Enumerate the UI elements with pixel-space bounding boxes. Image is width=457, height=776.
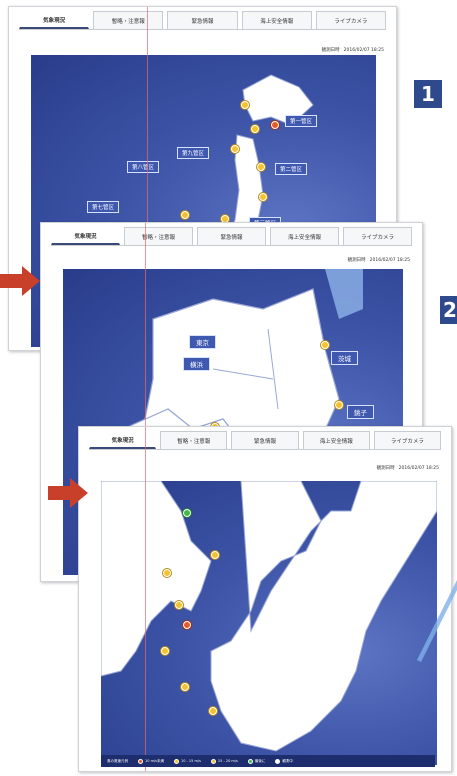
bay-map-shapes: [101, 481, 437, 752]
station-pin[interactable]: [231, 145, 239, 153]
station-pin[interactable]: [335, 401, 343, 409]
region-label[interactable]: 第七管区: [87, 201, 120, 213]
observation-timestamp: 観測日時 2016/02/07 18:25: [373, 465, 439, 471]
observation-timestamp: 観測日時 2016/02/07 18:25: [318, 47, 384, 53]
tab-bar: 気象現況 暫略・注意報 緊急情報 海上安全情報 ライブカメラ: [89, 431, 442, 449]
observation-timestamp: 観測日時 2016/02/07 18:25: [344, 257, 410, 263]
station-pin[interactable]: [241, 101, 249, 109]
tab-warnings[interactable]: 暫略・注意報: [124, 227, 193, 245]
tab-weather-status[interactable]: 気象現況: [19, 11, 90, 29]
station-pin[interactable]: [183, 509, 191, 517]
tab-divider: [51, 245, 412, 246]
region-label[interactable]: 第一管区: [285, 115, 318, 127]
station-pin[interactable]: [175, 601, 183, 609]
arrow-right-icon: [0, 266, 40, 296]
tab-bar: 気象現況 暫略・注意報 緊急情報 海上安全情報 ライブカメラ: [51, 227, 412, 245]
region-label[interactable]: 第八管区: [127, 161, 160, 173]
station-pin[interactable]: [183, 621, 191, 629]
legend-item: 最後に: [247, 758, 265, 764]
screen-panel-detail: 気象現況 暫略・注意報 緊急情報 海上安全情報 ライブカメラ 観測日時 2016/…: [78, 426, 452, 772]
region-label[interactable]: 東京: [189, 335, 216, 349]
station-pin[interactable]: [163, 569, 171, 577]
station-pin[interactable]: [271, 121, 279, 129]
tab-weather-status[interactable]: 気象現況: [89, 431, 157, 449]
station-pin[interactable]: [209, 707, 217, 715]
station-pin[interactable]: [259, 193, 267, 201]
timestamp-value: 2016/02/07 18:25: [369, 258, 410, 263]
station-pin[interactable]: [161, 647, 169, 655]
guide-line: [145, 427, 146, 771]
station-pin[interactable]: [181, 683, 189, 691]
legend-item: 10 m/s未満: [138, 758, 164, 764]
station-pin[interactable]: [211, 551, 219, 559]
tab-live-camera[interactable]: ライブカメラ: [343, 227, 412, 245]
wind-legend: 風の風速凡例 10 m/s未満 10 - 15 m/s 15 - 20 m/s …: [101, 755, 435, 767]
tab-bar: 気象現況 暫略・注意報 緊急情報 海上安全情報 ライブカメラ: [19, 11, 387, 29]
station-pin[interactable]: [251, 125, 259, 133]
region-label[interactable]: 第二管区: [275, 163, 308, 175]
timestamp-label: 観測日時: [321, 48, 340, 53]
step-number-2: 2: [440, 296, 457, 324]
station-pin[interactable]: [257, 163, 265, 171]
legend-item: 観測中: [275, 758, 293, 764]
station-pin[interactable]: [181, 211, 189, 219]
region-label[interactable]: 横浜: [183, 357, 210, 371]
legend-item: 15 - 20 m/s: [210, 758, 238, 764]
tab-maritime-safety[interactable]: 海上安全情報: [270, 227, 339, 245]
tab-emergency[interactable]: 緊急情報: [167, 11, 238, 29]
timestamp-value: 2016/02/07 18:25: [343, 48, 384, 53]
tab-warnings[interactable]: 暫略・注意報: [160, 431, 228, 449]
region-label[interactable]: 茨城: [331, 351, 358, 365]
region-label[interactable]: 銚子: [347, 405, 374, 419]
bay-map[interactable]: [101, 481, 437, 765]
tab-emergency[interactable]: 緊急情報: [197, 227, 266, 245]
tab-maritime-safety[interactable]: 海上安全情報: [241, 11, 312, 29]
tab-emergency[interactable]: 緊急情報: [231, 431, 299, 449]
tab-maritime-safety[interactable]: 海上安全情報: [302, 431, 370, 449]
tab-divider: [89, 449, 441, 450]
step-number-1: 1: [414, 80, 442, 108]
timestamp-label: 観測日時: [347, 258, 366, 263]
timestamp-label: 観測日時: [376, 466, 395, 471]
tab-weather-status[interactable]: 気象現況: [51, 227, 120, 245]
arrow-right-icon: [48, 478, 88, 508]
station-pin[interactable]: [321, 341, 329, 349]
callout-pointer: [417, 580, 457, 662]
legend-title: 風の風速凡例: [107, 758, 128, 763]
region-label[interactable]: 第九管区: [177, 147, 210, 159]
legend-item: 10 - 15 m/s: [173, 758, 201, 764]
tab-warnings[interactable]: 暫略・注意報: [93, 11, 164, 29]
tab-divider: [19, 29, 386, 30]
tab-live-camera[interactable]: ライブカメラ: [315, 11, 387, 29]
timestamp-value: 2016/02/07 18:25: [398, 466, 439, 471]
tab-live-camera[interactable]: ライブカメラ: [373, 431, 442, 449]
